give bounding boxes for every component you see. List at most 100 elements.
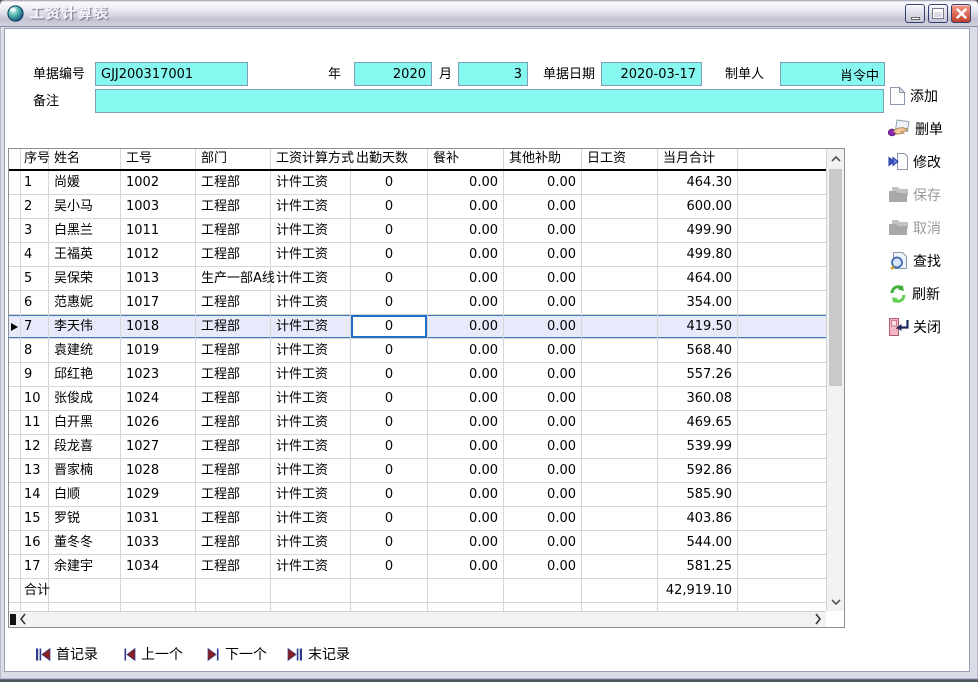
cell-other[interactable]: 0.00	[504, 219, 582, 242]
cell-seq[interactable]: 7	[21, 315, 49, 338]
doc-date-input[interactable]	[601, 62, 702, 86]
cell-calc-mode[interactable]: 计件工资	[271, 483, 351, 506]
cell-attend-days[interactable]: 0	[351, 483, 428, 506]
cell-calc-mode[interactable]: 计件工资	[271, 315, 351, 338]
table-row[interactable]: 14 白顺 1029 工程部 计件工资 0 0.00 0.00 585.90	[9, 483, 826, 507]
table-row[interactable]: 5 吴保荣 1013 生产一部A线 计件工资 0 0.00 0.00 464.0…	[9, 267, 826, 291]
cell-emp-no[interactable]: 1027	[121, 435, 196, 458]
cell-name[interactable]: 余建宇	[49, 555, 121, 578]
cell-month-total[interactable]: 354.00	[658, 291, 738, 314]
vertical-scroll-thumb[interactable]	[829, 169, 842, 386]
cell-other[interactable]: 0.00	[504, 459, 582, 482]
table-row[interactable]: 13 晋家楠 1028 工程部 计件工资 0 0.00 0.00 592.86	[9, 459, 826, 483]
cell-emp-no[interactable]: 1013	[121, 267, 196, 290]
cell-meal[interactable]: 0.00	[428, 291, 504, 314]
previous-record-button[interactable]: 上一个	[123, 644, 183, 664]
cell-seq[interactable]: 6	[21, 291, 49, 314]
cell-calc-mode[interactable]: 计件工资	[271, 291, 351, 314]
cell-daily-wage[interactable]	[582, 291, 658, 314]
cell-meal[interactable]: 0.00	[428, 219, 504, 242]
cell-name[interactable]: 董冬冬	[49, 531, 121, 554]
cell-daily-wage[interactable]	[582, 555, 658, 578]
cell-seq[interactable]: 9	[21, 363, 49, 386]
cell-meal[interactable]: 0.00	[428, 363, 504, 386]
table-row[interactable]: 17 余建宇 1034 工程部 计件工资 0 0.00 0.00 581.25	[9, 555, 826, 579]
cell-month-total[interactable]: 360.08	[658, 387, 738, 410]
cell-daily-wage[interactable]	[582, 315, 658, 338]
cell-daily-wage[interactable]	[582, 507, 658, 530]
cancel-button[interactable]: 取消	[888, 216, 974, 239]
cell-other[interactable]: 0.00	[504, 195, 582, 218]
last-record-button[interactable]: 末记录	[287, 644, 350, 664]
chevron-right-icon[interactable]	[815, 613, 821, 625]
col-header-seq[interactable]: 序号	[21, 149, 49, 169]
cell-name[interactable]: 王福英	[49, 243, 121, 266]
cell-meal[interactable]: 0.00	[428, 531, 504, 554]
table-row[interactable]: 11 白开黑 1026 工程部 计件工资 0 0.00 0.00 469.65	[9, 411, 826, 435]
cell-dept[interactable]: 工程部	[196, 531, 271, 554]
cell-name[interactable]: 范惠妮	[49, 291, 121, 314]
cell-meal[interactable]: 0.00	[428, 195, 504, 218]
cell-calc-mode[interactable]: 计件工资	[271, 459, 351, 482]
cell-meal[interactable]: 0.00	[428, 339, 504, 362]
next-record-button[interactable]: 下一个	[207, 644, 267, 664]
cell-month-total[interactable]: 464.00	[658, 267, 738, 290]
cell-calc-mode[interactable]: 计件工资	[271, 531, 351, 554]
cell-other[interactable]: 0.00	[504, 315, 582, 338]
cell-other[interactable]: 0.00	[504, 243, 582, 266]
cell-month-total[interactable]: 469.65	[658, 411, 738, 434]
preparer-input[interactable]	[780, 62, 885, 86]
cell-seq[interactable]: 2	[21, 195, 49, 218]
cell-calc-mode[interactable]: 计件工资	[271, 339, 351, 362]
cell-dept[interactable]: 工程部	[196, 171, 271, 194]
cell-seq[interactable]: 11	[21, 411, 49, 434]
cell-other[interactable]: 0.00	[504, 387, 582, 410]
cell-seq[interactable]: 12	[21, 435, 49, 458]
cell-dept[interactable]: 工程部	[196, 363, 271, 386]
cell-attend-days[interactable]: 0	[351, 531, 428, 554]
cell-emp-no[interactable]: 1011	[121, 219, 196, 242]
cell-name[interactable]: 白开黑	[49, 411, 121, 434]
cell-other[interactable]: 0.00	[504, 291, 582, 314]
year-input[interactable]	[354, 62, 432, 86]
table-row[interactable]: 16 董冬冬 1033 工程部 计件工资 0 0.00 0.00 544.00	[9, 531, 826, 555]
cell-month-total[interactable]: 557.26	[658, 363, 738, 386]
cell-attend-days[interactable]: 0	[351, 243, 428, 266]
cell-dept[interactable]: 工程部	[196, 411, 271, 434]
scroll-down-button[interactable]	[827, 593, 844, 611]
cell-meal[interactable]: 0.00	[428, 459, 504, 482]
add-button[interactable]: 添加	[888, 84, 974, 107]
cell-dept[interactable]: 工程部	[196, 219, 271, 242]
cell-daily-wage[interactable]	[582, 435, 658, 458]
cell-attend-days[interactable]: 0	[351, 171, 428, 194]
cell-attend-days[interactable]: 0	[351, 219, 428, 242]
cell-calc-mode[interactable]: 计件工资	[271, 507, 351, 530]
cell-attend-days[interactable]: 0	[351, 555, 428, 578]
cell-dept[interactable]: 工程部	[196, 459, 271, 482]
cell-daily-wage[interactable]	[582, 267, 658, 290]
table-row[interactable]: 2 吴小马 1003 工程部 计件工资 0 0.00 0.00 600.00	[9, 195, 826, 219]
cell-emp-no[interactable]: 1002	[121, 171, 196, 194]
cell-name[interactable]: 袁建统	[49, 339, 121, 362]
cell-month-total[interactable]: 581.25	[658, 555, 738, 578]
cell-daily-wage[interactable]	[582, 483, 658, 506]
cell-dept[interactable]: 工程部	[196, 435, 271, 458]
minimize-button[interactable]	[905, 4, 925, 23]
cell-daily-wage[interactable]	[582, 387, 658, 410]
cell-calc-mode[interactable]: 计件工资	[271, 411, 351, 434]
cell-meal[interactable]: 0.00	[428, 267, 504, 290]
col-header-daily-wage[interactable]: 日工资	[582, 149, 658, 169]
maximize-button[interactable]	[928, 4, 948, 23]
vertical-scrollbar[interactable]	[826, 149, 844, 611]
cell-month-total[interactable]: 499.80	[658, 243, 738, 266]
cell-month-total[interactable]: 600.00	[658, 195, 738, 218]
cell-seq[interactable]: 8	[21, 339, 49, 362]
cell-month-total[interactable]: 499.90	[658, 219, 738, 242]
cell-emp-no[interactable]: 1026	[121, 411, 196, 434]
save-button[interactable]: 保存	[888, 183, 974, 206]
cell-other[interactable]: 0.00	[504, 411, 582, 434]
cell-emp-no[interactable]: 1019	[121, 339, 196, 362]
horizontal-scrollbar[interactable]	[9, 611, 826, 627]
cell-attend-days[interactable]: 0	[351, 459, 428, 482]
cell-meal[interactable]: 0.00	[428, 411, 504, 434]
